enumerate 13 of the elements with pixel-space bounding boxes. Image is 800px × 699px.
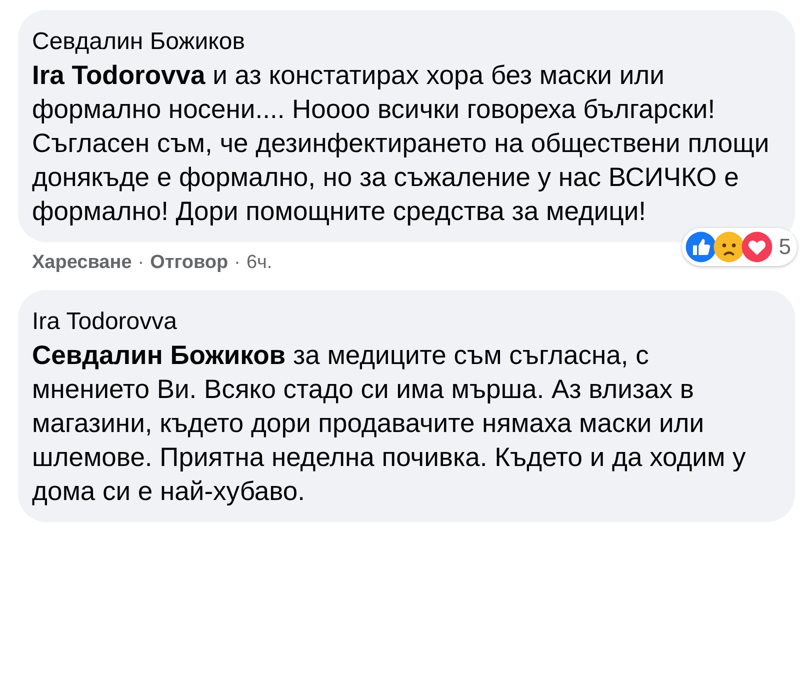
- separator-dot: ·: [138, 252, 144, 274]
- reaction-count: 5: [778, 234, 791, 260]
- reactions-pill[interactable]: 5: [682, 228, 797, 266]
- thumbs-up-icon: [684, 231, 717, 263]
- action-link[interactable]: Харесване: [32, 252, 132, 274]
- comment-author[interactable]: Ira Todorovva: [32, 308, 771, 336]
- comment-text: Севдалин Божиков за медиците съм съгласна, с мнението Ви. Всяко стадо си има мърша. Аз влизах в магазини, където дори продавачите нямаха маски или шлемове. Приятна неделна почивка. Където и да ходим у дома си е най-хубаво.: [32, 339, 747, 508]
- comment-text: Ira Todorovva и аз констатирах хора без маски или формално носени.... Нoooo всички говореха български! Съгласен съм, че дезинфектирането на обществени площи донякъде е формално, но за съжаление у нас ВСИЧКО е формално! Дори помощните средства за медици!: [32, 59, 770, 228]
- comment-time[interactable]: 6ч.: [246, 252, 272, 274]
- separator-dot: ·: [234, 252, 240, 274]
- comment-author[interactable]: Севдалин Божиков: [32, 28, 771, 56]
- sad-face-icon: [712, 231, 745, 263]
- action-link[interactable]: Отговор: [150, 252, 228, 274]
